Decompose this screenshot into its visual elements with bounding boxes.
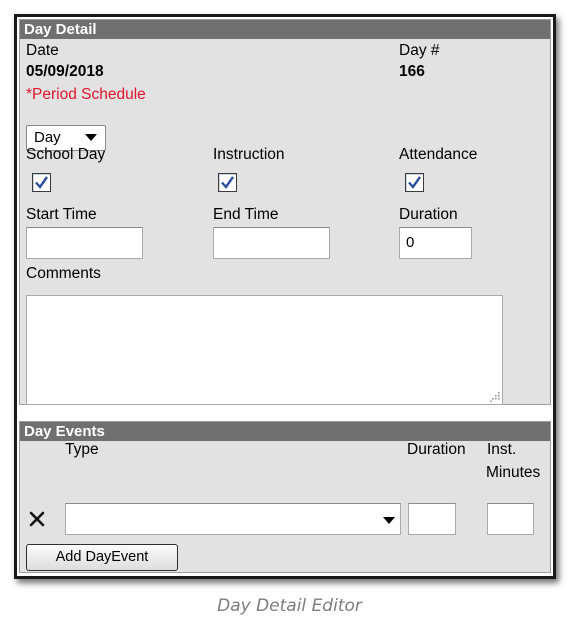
school-day-label: School Day xyxy=(26,146,106,163)
school-day-checkbox[interactable] xyxy=(32,173,51,192)
day-detail-header: Day Detail xyxy=(20,20,550,39)
duration-label: Duration xyxy=(399,206,458,223)
date-label: Date xyxy=(26,42,59,59)
event-duration-input[interactable] xyxy=(408,503,456,535)
type-column-header: Type xyxy=(65,441,99,458)
comments-textarea[interactable] xyxy=(26,295,503,405)
day-detail-editor-window: Day Detail Date 05/09/2018 Day # 166 *Pe… xyxy=(14,14,556,579)
attendance-checkbox[interactable] xyxy=(405,173,424,192)
instruction-label: Instruction xyxy=(213,146,285,163)
end-time-input[interactable] xyxy=(213,227,330,259)
end-time-label: End Time xyxy=(213,206,279,223)
checkmark-icon xyxy=(35,176,48,189)
resize-grip-icon[interactable] xyxy=(490,392,500,402)
start-time-input[interactable] xyxy=(26,227,143,259)
duration-column-header: Duration xyxy=(407,441,466,458)
add-day-event-button[interactable]: Add DayEvent xyxy=(26,544,178,571)
period-schedule-label: *Period Schedule xyxy=(26,86,146,103)
inst-column-header: Inst. xyxy=(487,441,517,458)
minutes-column-header: Minutes xyxy=(486,464,541,481)
start-time-label: Start Time xyxy=(26,206,97,223)
day-number-label: Day # xyxy=(399,42,440,59)
event-inst-minutes-input[interactable] xyxy=(487,503,534,535)
checkmark-icon xyxy=(408,176,421,189)
instruction-checkbox[interactable] xyxy=(218,173,237,192)
caret-down-icon xyxy=(383,517,395,524)
day-events-header: Day Events xyxy=(20,422,550,441)
day-number-value: 166 xyxy=(399,63,425,80)
comments-label: Comments xyxy=(26,265,101,282)
date-value: 05/09/2018 xyxy=(26,63,104,80)
duration-input[interactable]: 0 xyxy=(399,227,472,259)
attendance-label: Attendance xyxy=(399,146,478,163)
period-schedule-value: Day xyxy=(34,129,61,146)
caret-down-icon xyxy=(85,134,97,141)
event-type-select[interactable] xyxy=(65,503,401,535)
day-detail-panel: Day Detail Date 05/09/2018 Day # 166 *Pe… xyxy=(19,19,551,405)
day-events-panel: Day Events Type Duration Inst. Minutes A… xyxy=(19,421,551,573)
figure-caption: Day Detail Editor xyxy=(217,596,362,616)
close-x-icon[interactable] xyxy=(29,511,45,527)
checkmark-icon xyxy=(221,176,234,189)
